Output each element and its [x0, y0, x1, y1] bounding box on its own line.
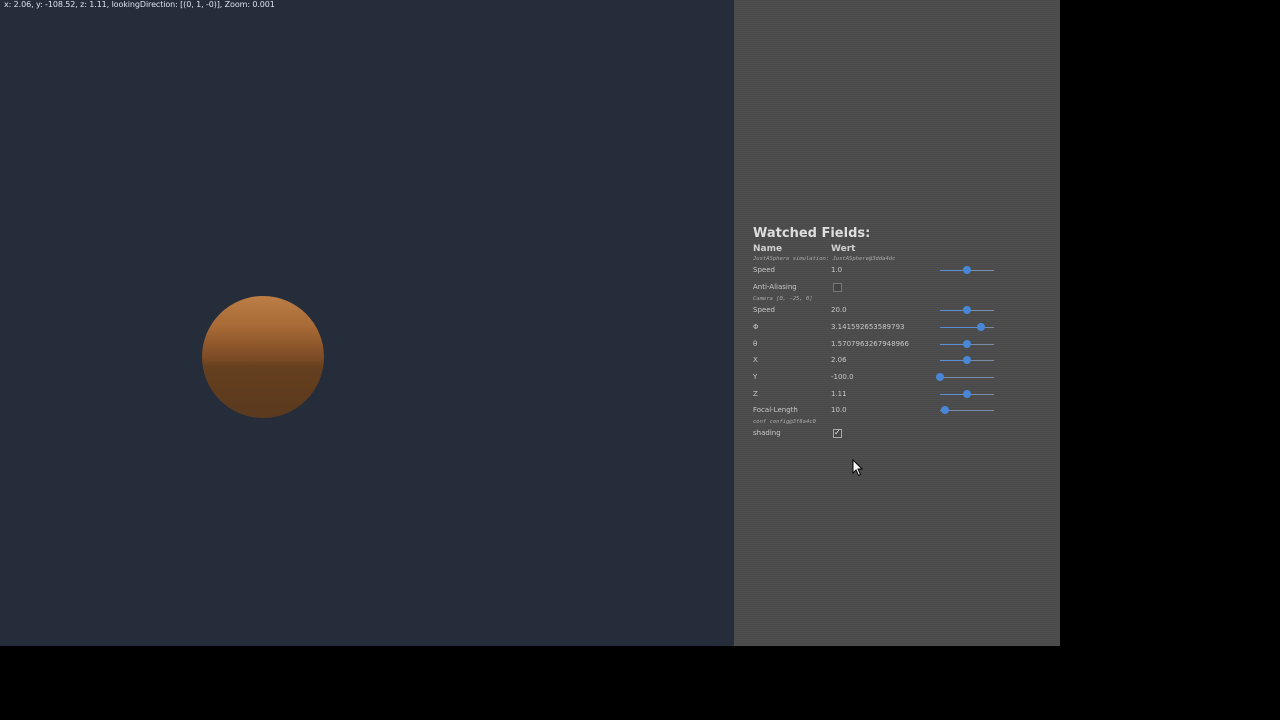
field-label-theta: θ — [753, 340, 758, 348]
slider-x[interactable] — [940, 356, 994, 364]
field-value-theta: 1.5707963267948966 — [831, 340, 909, 348]
field-value-y: -100.0 — [831, 373, 854, 381]
slider-y[interactable] — [936, 373, 994, 381]
slider-z[interactable] — [940, 390, 994, 398]
field-label-z: Z — [753, 390, 758, 398]
field-label-anti-aliasing: Anti-Aliasing — [753, 283, 797, 291]
slider-focal-length[interactable] — [940, 406, 994, 414]
slider-thumb[interactable] — [963, 306, 971, 314]
field-label-x: X — [753, 356, 758, 364]
slider-thumb[interactable] — [963, 266, 971, 274]
slider-thumb[interactable] — [976, 323, 985, 331]
slider-camera-speed[interactable] — [940, 306, 994, 314]
field-label-speed: Speed — [753, 266, 775, 274]
slider-thumb[interactable] — [941, 406, 950, 414]
column-header-name: Name — [753, 244, 783, 254]
mouse-cursor-icon — [852, 459, 864, 477]
panel-title: Watched Fields: — [753, 226, 871, 241]
slider-speed[interactable] — [940, 266, 994, 274]
slider-thumb[interactable] — [936, 373, 944, 381]
field-label-focal-length: Focal-Length — [753, 406, 798, 414]
field-value-focal-length: 10.0 — [831, 406, 847, 414]
camera-note: Camera [0, -25, 0] — [753, 296, 813, 302]
field-value-x: 2.06 — [831, 356, 847, 364]
field-value-z: 1.11 — [831, 390, 847, 398]
conf-note: conf config@3f8a4c0 — [753, 419, 816, 425]
field-label-camera-speed: Speed — [753, 306, 775, 314]
checkmark-icon: ✓ — [834, 428, 841, 437]
empty-area-bottom — [0, 646, 1280, 720]
render-viewport[interactable]: x: 2.06, y: -108.52, z: 1.11, lookingDir… — [0, 0, 734, 646]
camera-status-text: x: 2.06, y: -108.52, z: 1.11, lookingDir… — [4, 0, 275, 9]
checkbox-anti-aliasing[interactable] — [833, 283, 842, 292]
object-note: JustASphere simulation: JustASphere@3dda… — [753, 256, 896, 262]
slider-thumb[interactable] — [963, 340, 971, 348]
slider-thumb[interactable] — [963, 356, 971, 364]
empty-area — [1060, 0, 1280, 646]
rendered-sphere — [202, 296, 324, 418]
slider-phi[interactable] — [940, 323, 994, 331]
slider-theta[interactable] — [940, 340, 994, 348]
field-value-phi: 3.141592653589793 — [831, 323, 905, 331]
column-header-value: Wert — [831, 244, 856, 254]
field-value-speed: 1.0 — [831, 266, 843, 274]
slider-thumb[interactable] — [963, 390, 971, 398]
field-value-camera-speed: 20.0 — [831, 306, 847, 314]
field-label-shading: shading — [753, 429, 781, 437]
field-label-phi: Φ — [753, 323, 759, 331]
checkbox-shading[interactable]: ✓ — [833, 428, 842, 438]
field-label-y: Y — [753, 373, 758, 381]
